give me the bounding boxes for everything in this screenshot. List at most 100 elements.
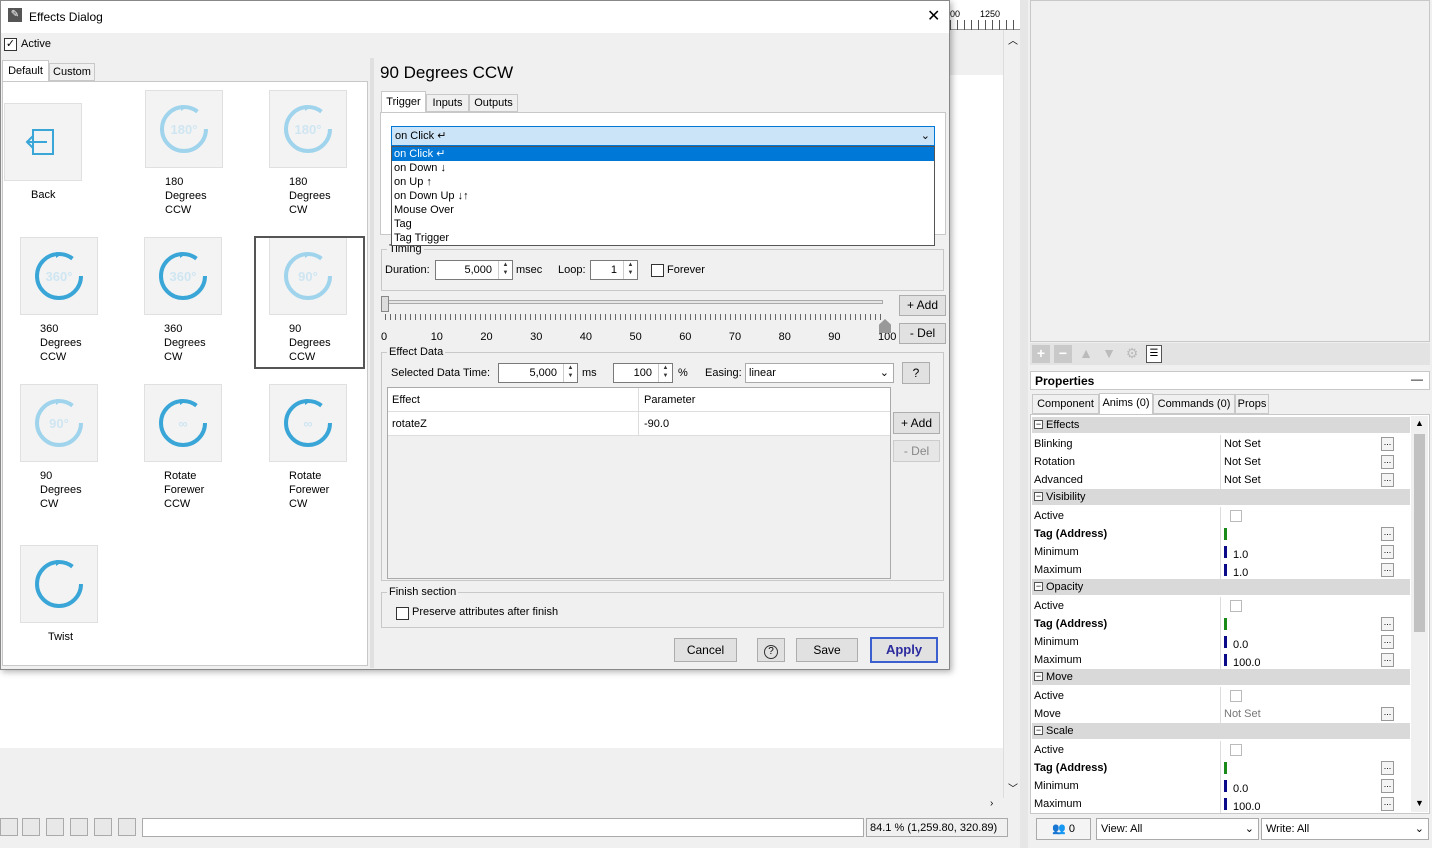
spinner-arrows-icon[interactable]: ▲ ▼: [563, 364, 577, 382]
prop-scroll-thumb[interactable]: [1414, 434, 1425, 632]
tab-component[interactable]: Component: [1032, 394, 1099, 414]
effect-tile[interactable]: 360°: [20, 237, 98, 315]
effect-tile[interactable]: 180°: [269, 90, 347, 168]
angle-tool-icon[interactable]: [70, 818, 88, 836]
property-value[interactable]: Not Set...: [1220, 435, 1394, 453]
ellipsis-button[interactable]: ...: [1381, 437, 1394, 451]
effect-tile[interactable]: 360°: [144, 237, 222, 315]
easing-select[interactable]: linear ⌄: [745, 363, 894, 383]
collapse-box-icon[interactable]: −: [1034, 492, 1043, 501]
remove-icon[interactable]: −: [1054, 345, 1072, 363]
save-button[interactable]: Save: [796, 638, 858, 662]
property-row[interactable]: Advanced Not Set...: [1032, 471, 1410, 489]
effect-tile[interactable]: ∞: [269, 384, 347, 462]
property-value[interactable]: 0.0...: [1220, 777, 1394, 795]
line-tool-icon[interactable]: [46, 818, 64, 836]
tab-props[interactable]: Props: [1235, 394, 1269, 414]
property-value[interactable]: [1220, 597, 1394, 615]
forever-checkbox[interactable]: [651, 264, 664, 277]
ellipsis-button[interactable]: ...: [1381, 761, 1394, 775]
trigger-option[interactable]: Tag Trigger: [392, 231, 934, 245]
property-row[interactable]: Active: [1032, 741, 1410, 759]
ellipsis-button[interactable]: ...: [1381, 635, 1394, 649]
property-row[interactable]: Tag (Address)...: [1032, 615, 1410, 633]
frame-icon[interactable]: [22, 818, 40, 836]
property-value[interactable]: 100.0...: [1220, 651, 1394, 669]
prop-scroll-down-icon[interactable]: ▼: [1415, 798, 1424, 808]
ellipsis-button[interactable]: ...: [1381, 455, 1394, 469]
property-checkbox[interactable]: [1230, 690, 1242, 702]
ellipsis-button[interactable]: ...: [1381, 779, 1394, 793]
property-row[interactable]: Active: [1032, 687, 1410, 705]
effect-del-button[interactable]: - Del: [893, 440, 940, 462]
property-section-header[interactable]: − Visibility: [1032, 489, 1410, 505]
grid-icon[interactable]: [0, 818, 18, 836]
spinner-arrows-icon[interactable]: ▲ ▼: [658, 364, 672, 382]
preserve-checkbox[interactable]: [396, 607, 409, 620]
collapse-box-icon[interactable]: −: [1034, 582, 1043, 591]
effect-tile[interactable]: [20, 545, 98, 623]
property-value[interactable]: 100.0...: [1220, 795, 1394, 813]
trigger-option[interactable]: on Up ↑: [392, 175, 934, 189]
splitter[interactable]: [370, 58, 374, 668]
write-select[interactable]: Write: All ⌄: [1261, 818, 1429, 840]
easing-help-button[interactable]: ?: [902, 362, 930, 384]
spinner-arrows-icon[interactable]: ▲ ▼: [623, 261, 637, 279]
scroll-up-arrow-icon[interactable]: ︿: [1008, 32, 1018, 47]
cancel-button[interactable]: Cancel: [674, 638, 737, 662]
property-value[interactable]: 0.0...: [1220, 633, 1394, 651]
property-row[interactable]: Tag (Address)...: [1032, 759, 1410, 777]
ellipsis-button[interactable]: ...: [1381, 653, 1394, 667]
property-checkbox[interactable]: [1230, 744, 1242, 756]
property-value[interactable]: Not Set...: [1220, 705, 1394, 723]
add-icon[interactable]: +: [1032, 345, 1050, 363]
property-row[interactable]: Active: [1032, 507, 1410, 525]
property-section-header[interactable]: − Scale: [1032, 723, 1410, 739]
subtab-inputs[interactable]: Inputs: [426, 94, 469, 112]
ellipsis-button[interactable]: ...: [1381, 797, 1394, 811]
trigger-option[interactable]: Mouse Over: [392, 203, 934, 217]
apply-button[interactable]: Apply: [870, 637, 938, 663]
close-icon[interactable]: ✕: [927, 6, 940, 26]
horizontal-scrollbar[interactable]: ›: [0, 798, 1003, 812]
property-value[interactable]: Not Set...: [1220, 471, 1394, 489]
checklist-icon[interactable]: ☰: [1146, 345, 1162, 363]
timeline-start-handle[interactable]: [381, 296, 389, 312]
effect-add-button[interactable]: + Add: [893, 412, 940, 434]
collapse-box-icon[interactable]: −: [1034, 672, 1043, 681]
move-up-icon[interactable]: ▲: [1077, 345, 1095, 363]
spinner-arrows-icon[interactable]: ▲ ▼: [498, 261, 512, 279]
loop-input[interactable]: 1 ▲ ▼: [590, 260, 638, 280]
move-down-icon[interactable]: ▼: [1100, 345, 1118, 363]
effect-tile[interactable]: ∞: [144, 384, 222, 462]
users-button[interactable]: 👥 0: [1036, 818, 1091, 840]
property-row[interactable]: Rotation Not Set...: [1032, 453, 1410, 471]
effect-tile[interactable]: [4, 103, 82, 181]
tab-custom[interactable]: Custom: [49, 63, 95, 81]
trigger-option[interactable]: on Down Up ↓↑: [392, 189, 934, 203]
trigger-option[interactable]: on Click ↵: [392, 147, 934, 161]
timeline-del-button[interactable]: - Del: [899, 323, 946, 344]
property-value[interactable]: ...: [1220, 525, 1394, 543]
trigger-option[interactable]: on Down ↓: [392, 161, 934, 175]
percent-input[interactable]: 100 ▲ ▼: [613, 363, 673, 383]
property-row[interactable]: Move Not Set...: [1032, 705, 1410, 723]
ellipsis-button[interactable]: ...: [1381, 563, 1394, 577]
property-section-header[interactable]: − Opacity: [1032, 579, 1410, 595]
effect-tile[interactable]: 180°: [145, 90, 223, 168]
trigger-option[interactable]: Tag: [392, 217, 934, 231]
property-checkbox[interactable]: [1230, 600, 1242, 612]
property-row[interactable]: Maximum 100.0...: [1032, 795, 1410, 813]
ellipsis-button[interactable]: ...: [1381, 617, 1394, 631]
property-value[interactable]: ...: [1220, 615, 1394, 633]
scroll-down-arrow-icon[interactable]: ﹀: [1008, 780, 1018, 795]
tab-default[interactable]: Default: [2, 60, 49, 82]
properties-scrollbar[interactable]: ▲ ▼: [1411, 416, 1428, 812]
timeline-add-button[interactable]: + Add: [899, 295, 946, 316]
property-value[interactable]: 1.0...: [1220, 561, 1394, 579]
property-row[interactable]: Minimum 0.0...: [1032, 777, 1410, 795]
ellipsis-button[interactable]: ...: [1381, 545, 1394, 559]
ellipsis-button[interactable]: ...: [1381, 527, 1394, 541]
property-row[interactable]: Maximum 1.0...: [1032, 561, 1410, 579]
property-checkbox[interactable]: [1230, 510, 1242, 522]
